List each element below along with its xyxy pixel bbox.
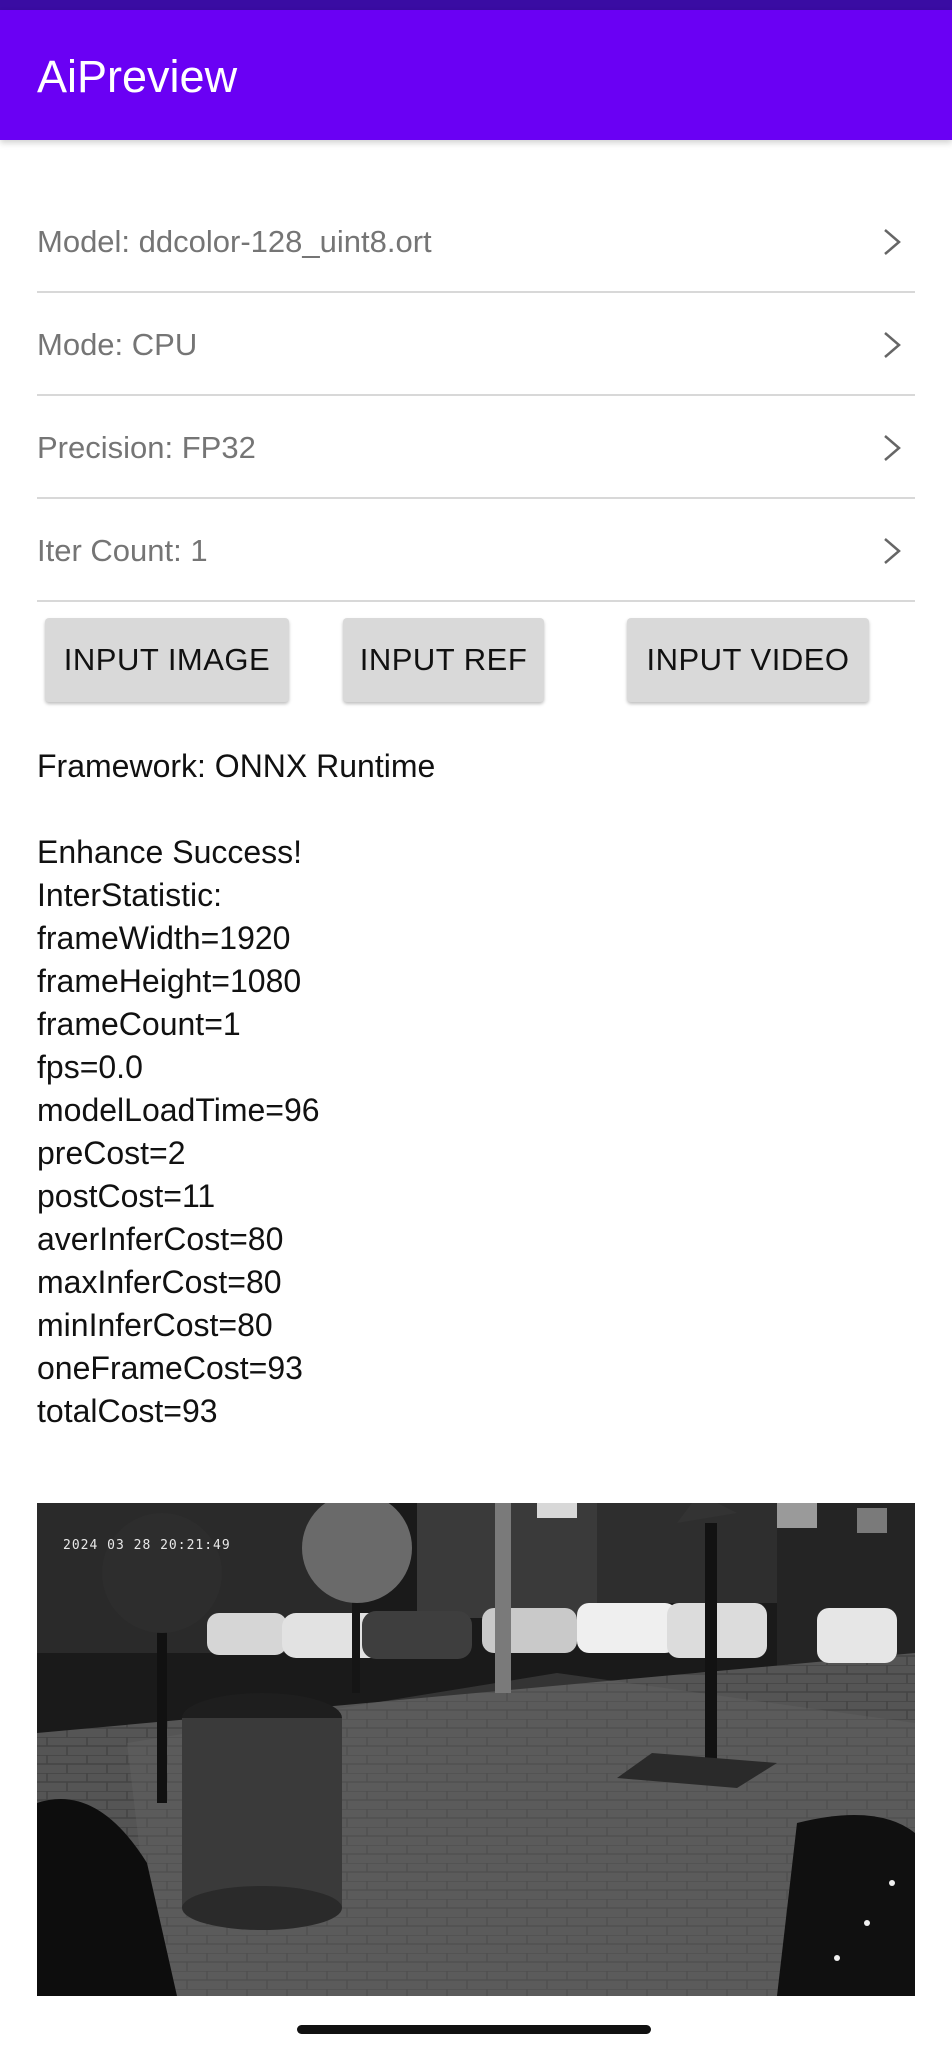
app-bar: AiPreview (0, 10, 952, 140)
stat-line: InterStatistic: (37, 877, 222, 913)
stat-line: fps=0.0 (37, 1049, 143, 1085)
stat-line: frameHeight=1080 (37, 963, 302, 999)
stat-line: oneFrameCost=93 (37, 1350, 303, 1386)
stat-line: maxInferCost=80 (37, 1264, 282, 1300)
setting-label: Model: ddcolor-128_uint8.ort (37, 224, 432, 259)
setting-row-iter-count[interactable]: Iter Count: 1 (37, 500, 915, 602)
input-video-button[interactable]: INPUT VIDEO (627, 618, 869, 702)
app-title: AiPreview (37, 51, 238, 102)
stat-line: averInferCost=80 (37, 1221, 284, 1257)
setting-label: Precision: FP32 (37, 430, 256, 465)
input-image-button[interactable]: INPUT IMAGE (45, 618, 289, 702)
stat-line: modelLoadTime=96 (37, 1092, 320, 1128)
setting-row-precision[interactable]: Precision: FP32 (37, 397, 915, 499)
input-ref-button[interactable]: INPUT REF (343, 618, 544, 702)
stat-line: frameWidth=1920 (37, 920, 291, 956)
preview-image: 2024 03 28 20:21:49 (37, 1503, 915, 1996)
chevron-right-icon (884, 229, 901, 255)
stat-line: frameCount=1 (37, 1006, 241, 1042)
stat-line: minInferCost=80 (37, 1307, 273, 1343)
chevron-right-icon (884, 332, 901, 358)
stat-line: postCost=11 (37, 1178, 216, 1214)
statistics-text: Enhance Success! InterStatistic: frameWi… (37, 831, 320, 1433)
chevron-right-icon (884, 435, 901, 461)
stat-line: preCost=2 (37, 1135, 186, 1171)
stat-line: Enhance Success! (37, 834, 303, 870)
preview-timestamp: 2024 03 28 20:21:49 (63, 1538, 231, 1553)
setting-row-mode[interactable]: Mode: CPU (37, 294, 915, 396)
stat-line: totalCost=93 (37, 1393, 218, 1429)
framework-label: Framework: ONNX Runtime (37, 748, 436, 784)
home-indicator[interactable] (297, 2025, 651, 2034)
setting-label: Mode: CPU (37, 327, 198, 362)
night-courtyard-image (37, 1503, 915, 1996)
status-bar (0, 0, 952, 10)
chevron-right-icon (884, 538, 901, 564)
setting-row-model[interactable]: Model: ddcolor-128_uint8.ort (37, 191, 915, 293)
setting-label: Iter Count: 1 (37, 533, 208, 568)
